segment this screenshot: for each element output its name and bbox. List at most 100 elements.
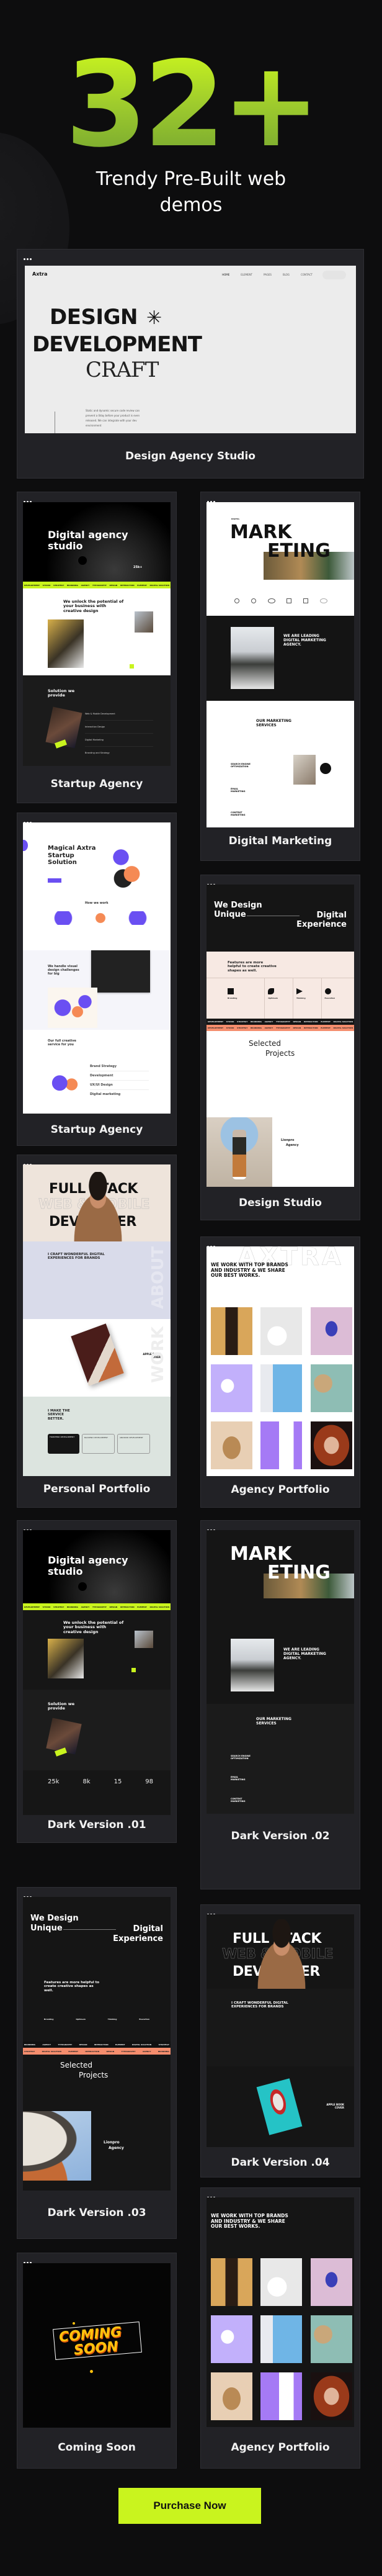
portfolio-image: [260, 2372, 302, 2420]
demo-preview[interactable]: Digital agency studio 25k+ DEVELOPMENT ST…: [23, 502, 171, 766]
hero-section: Digital agency studio: [23, 1530, 171, 1603]
service-item: EMAIL MARKETING: [231, 788, 246, 793]
features-title: Features are more helpful to create crea…: [228, 961, 277, 973]
hero-section: Digital agency studio 25k+: [23, 502, 171, 582]
demo-preview[interactable]: MARK ETING WE ARE LEADING DIGITAL MARKET…: [207, 1530, 354, 1814]
about-title: I CRAFT WONDERFUL DIGITAL EXPERIENCES FO…: [48, 1253, 105, 1261]
stat-value: 98: [145, 1778, 153, 1785]
demo-preview[interactable]: DIGITAL MARK ETING WE ARE LEADING DIGITA…: [207, 502, 354, 827]
demo-card-design-agency-studio[interactable]: Axtra HOME ELEMENT PAGES BLOG CONTACT DE…: [17, 249, 364, 479]
feature-item: Optimum: [265, 978, 293, 1019]
purchase-now-button[interactable]: Purchase Now: [118, 2488, 261, 2524]
demo-card-dark-version-02[interactable]: MARK ETING WE ARE LEADING DIGITAL MARKET…: [200, 1520, 360, 1889]
demo-card-dark-version-03[interactable]: We Design Unique Digital Experience Feat…: [17, 1887, 177, 2239]
demo-preview[interactable]: We Design Unique Digital Experience Feat…: [23, 1897, 171, 2191]
service-section: I MAKE THE SERVICE BETTER. FRONTEND DEVE…: [23, 1397, 171, 1476]
details-button: [320, 763, 331, 774]
demo-preview[interactable]: Axtra HOME ELEMENT PAGES BLOG CONTACT DE…: [25, 266, 356, 433]
demo-card-digital-marketing[interactable]: DIGITAL MARK ETING WE ARE LEADING DIGITA…: [200, 492, 360, 861]
illustration-person: [48, 1068, 82, 1096]
demo-preview[interactable]: WE WORK WITH TOP BRANDS AND INDUSTRY & W…: [207, 2197, 354, 2427]
services-section: OUR MARKETING SERVICES SEARCH ENGINE OPT…: [207, 1704, 354, 1814]
headline: WE WORK WITH TOP BRANDS AND INDUSTRY & W…: [211, 2213, 288, 2230]
demo-card-dark-version-01[interactable]: Digital agency studio DEVELOPMENT STUDIO S…: [17, 1520, 177, 1843]
service-item: SEARCH ENGINE OPTIMIZATION: [231, 763, 251, 768]
solutions-section: Solution we provide: [23, 1690, 171, 1770]
service-item: SEARCH ENGINE OPTIMIZATION: [231, 1755, 251, 1760]
decorative-sparkle: [73, 2322, 75, 2325]
demo-preview[interactable]: COMING SOON: [23, 2263, 171, 2428]
portfolio-image: [260, 2258, 302, 2306]
service-cards: FRONTEND DEVELOPMENT BACKEND DEVELOPMENT…: [48, 1434, 150, 1454]
office-photo: [135, 611, 153, 633]
nav-item: PAGES: [263, 273, 272, 276]
headline: WE WORK WITH TOP BRANDS AND INDUSTRY & W…: [211, 1262, 288, 1279]
service-item: CONTENT MARKETING: [231, 1798, 246, 1803]
project-name-lionpro: Lionpro: [104, 2140, 120, 2145]
leading-title: WE ARE LEADING DIGITAL MARKETING AGENCY.: [283, 1647, 326, 1660]
section-services: Our full creative service for you: [48, 1039, 76, 1047]
hero-section: DIGITAL MARK ETING: [207, 502, 354, 616]
demo-preview[interactable]: Magical Axtra Startup Solution How we wo…: [23, 822, 171, 1114]
black-sphere: [78, 556, 87, 565]
marquee-band-dark: BRANDING AGENCY TYPOGRAPHY DESIGN INTERACTIO…: [23, 2042, 171, 2048]
portfolio-image: [211, 1364, 252, 1412]
marquee-band-orange: DEVELOPMENT STUDIO STRATEGY BRANDING AGENCY T…: [207, 1025, 354, 1031]
feature-item: Optimum: [76, 2018, 86, 2020]
headline-digital: Digital: [316, 911, 347, 920]
feature-item: Execution: [322, 978, 354, 1019]
work-watermark: WORK: [149, 1326, 168, 1383]
demo-preview[interactable]: AXTRA WE WORK WITH TOP BRANDS AND INDUST…: [207, 1246, 354, 1476]
demo-preview[interactable]: Digital agency studio DEVELOPMENT STUDIO S…: [23, 1530, 171, 1815]
demo-card-design-studio[interactable]: We Design Unique Digital Experience Feat…: [200, 875, 360, 1220]
marquee-band: DEVELOPMENT STUDIO STRATEGY BRANDING AGENCY T…: [23, 1603, 171, 1610]
services-title: OUR MARKETING SERVICES: [256, 719, 291, 727]
coming-soon-line-2: SOON: [73, 2338, 119, 2359]
headline-digital: Digital: [133, 1924, 163, 1934]
purple-circle: [23, 840, 28, 851]
illustration-puzzle: [48, 988, 97, 1028]
headline-eting: ETING: [267, 540, 331, 562]
hero-subtitle-line-2: demos: [159, 194, 223, 216]
demo-card-personal-portfolio[interactable]: FULL STACK WEB & MOBILE DEVELOPER I CRAF…: [17, 1155, 177, 1508]
project-name-agency: Agency: [109, 2146, 124, 2150]
demo-card-coming-soon[interactable]: COMING SOON Coming Soon: [17, 2253, 177, 2469]
features-grid: Branding Optimum Thinking Execution: [207, 978, 354, 1019]
portfolio-image: [211, 1307, 252, 1355]
demo-card-agency-portfolio-dark[interactable]: WE WORK WITH TOP BRANDS AND INDUSTRY & W…: [200, 2187, 360, 2469]
demo-card-dark-version-04[interactable]: FULL STACK WEB & MOBILE DEVELOPER I CRAF…: [200, 1904, 360, 2177]
demo-card-agency-portfolio[interactable]: AXTRA WE WORK WITH TOP BRANDS AND INDUST…: [200, 1236, 360, 1508]
hero-subtitle-line-1: Trendy Pre-Built web: [96, 168, 286, 190]
about-section: I CRAFT WONDERFUL DIGITAL EXPERIENCES FO…: [23, 1241, 171, 1319]
office-photo: [231, 1639, 274, 1691]
service-list: Web & Mobile Development Interaction Des…: [85, 708, 153, 759]
services-title: OUR MARKETING SERVICES: [256, 1717, 291, 1726]
asterisk-icon: ✳: [146, 307, 162, 329]
nav-item: BLOG: [282, 273, 290, 276]
section-challenge: We handle visual design challenges for b…: [48, 965, 79, 976]
demo-preview[interactable]: We Design Unique Digital Experience Feat…: [207, 885, 354, 1187]
demo-preview[interactable]: FULL STACK WEB & MOBILE DEVELOPER I CRAF…: [23, 1164, 171, 1476]
demo-title: Digital Marketing: [228, 835, 332, 847]
list-item: Brand Strategy: [90, 1062, 149, 1071]
headline-we-design: We Design: [214, 901, 262, 910]
hero-title: Magical Axtra Startup Solution: [48, 845, 96, 866]
demo-card-startup-agency-light[interactable]: Magical Axtra Startup Solution How we wo…: [17, 813, 177, 1146]
projects-title-projects: Projects: [79, 2071, 109, 2079]
black-sphere: [78, 1582, 87, 1591]
headline-unique: Unique: [30, 1924, 63, 1933]
demo-preview[interactable]: FULL STACK WEB & MOBILE DEVELOPER I CRAF…: [207, 1914, 354, 2147]
demo-title: Dark Version .04: [231, 2156, 330, 2169]
arrow-line: [63, 1929, 116, 1930]
demo-title: Coming Soon: [58, 2441, 136, 2454]
demo-card-startup-agency[interactable]: Digital agency studio 25k+ DEVELOPMENT ST…: [17, 492, 177, 803]
nav-item: CONTACT: [301, 273, 313, 276]
portrait-photo: [247, 1919, 316, 1989]
stat-value: 8k: [82, 1778, 91, 1785]
nav-item: HOME: [222, 273, 230, 276]
demo-title: Personal Portfolio: [43, 1483, 151, 1495]
projects-title-selected: Selected: [60, 2061, 93, 2069]
service-item: EMAIL MARKETING: [231, 1776, 246, 1781]
marquee-band: DEVELOPMENT STUDIO STRATEGY BRANDING AGENCY T…: [23, 582, 171, 588]
hero-section: FULL STACK WEB & MOBILE DEVELOPER: [207, 1914, 354, 1989]
